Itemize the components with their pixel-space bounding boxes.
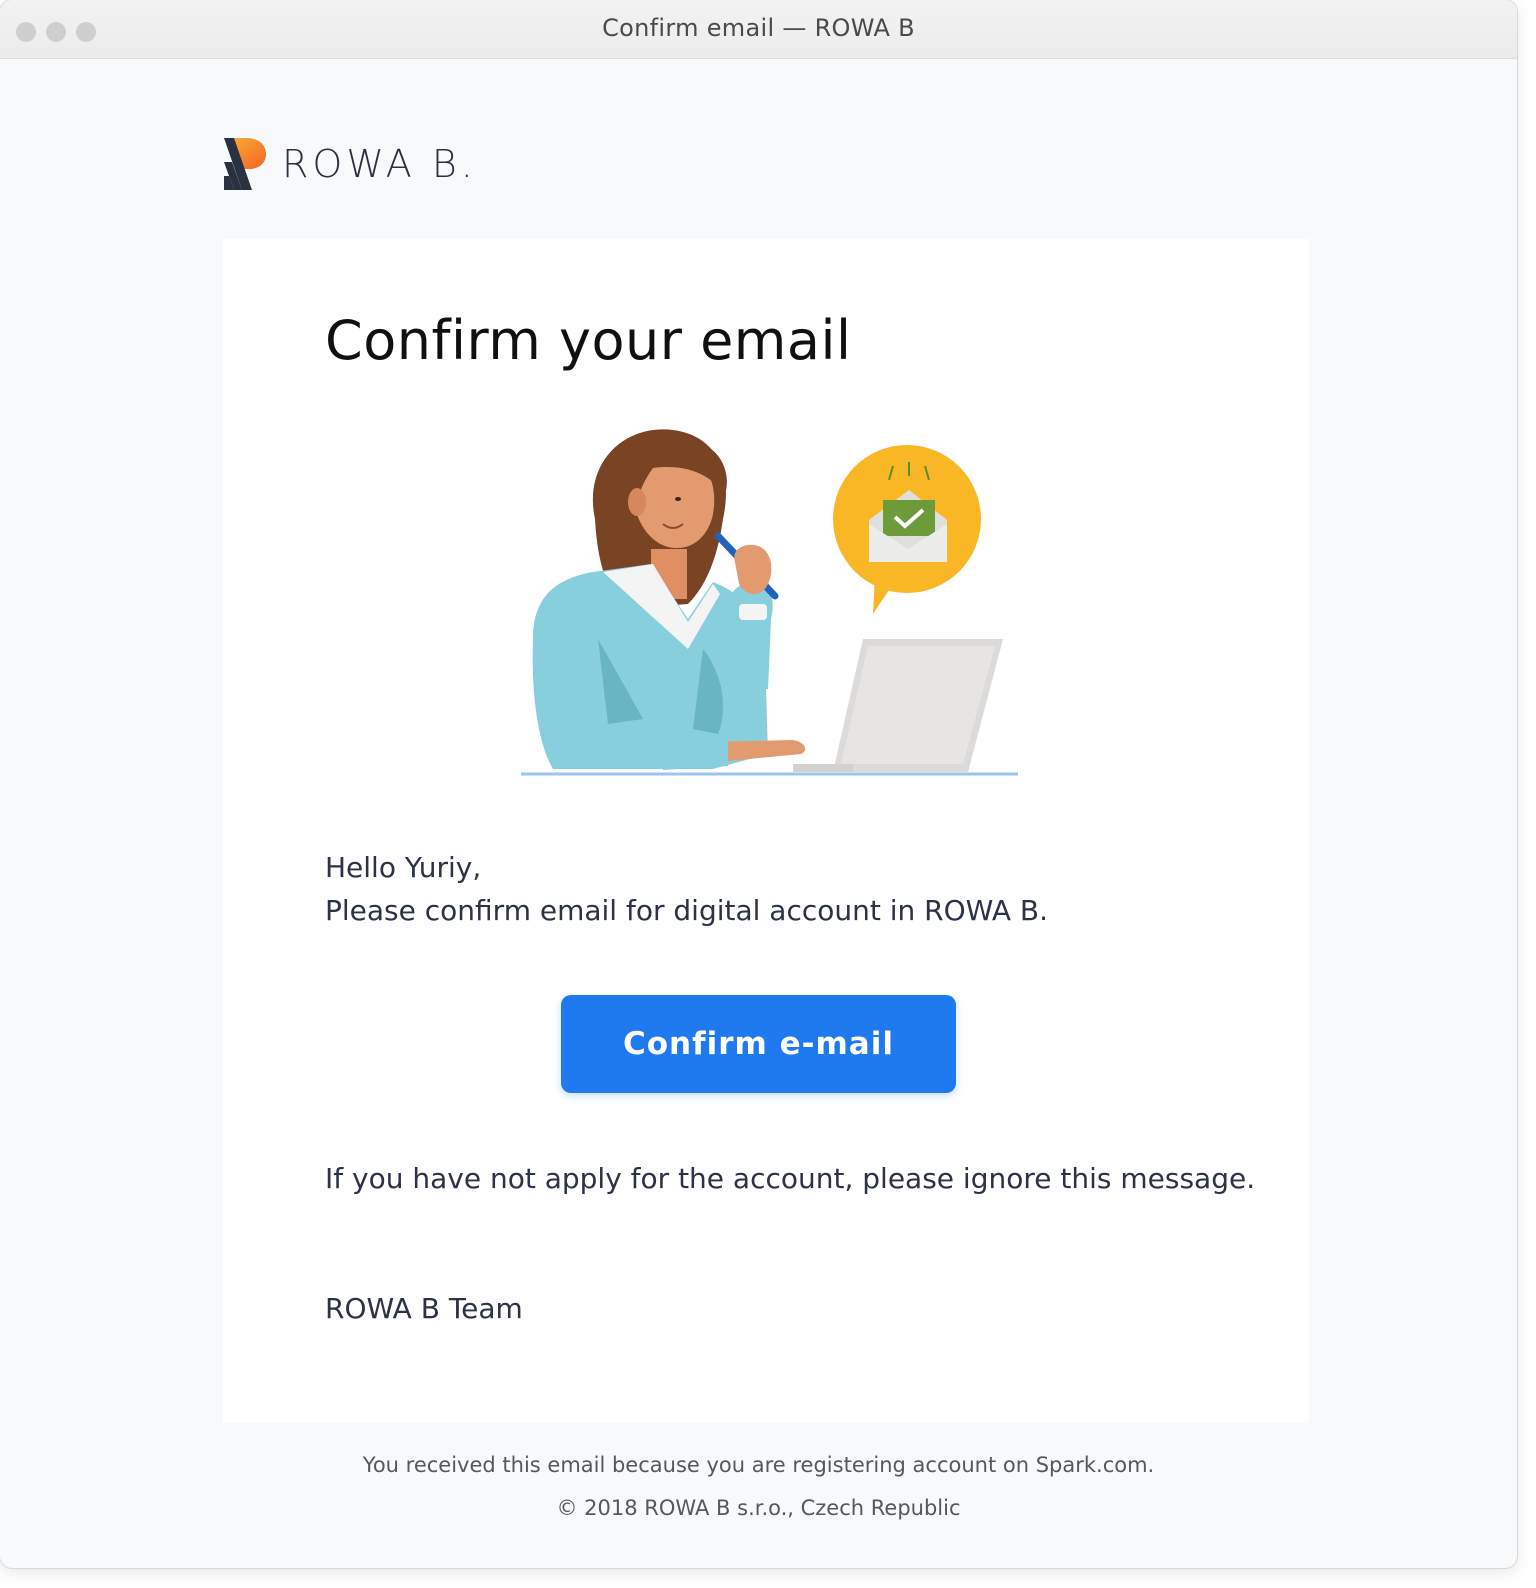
footer-copyright: © 2018 ROWA B s.r.o., Czech Republic [556, 1496, 961, 1520]
footer-reason: You received this email because you are … [362, 1453, 1155, 1477]
woman-laptop-illustration [521, 429, 1018, 776]
rowa-logo: ROWA B. [222, 136, 477, 192]
email-heading: Confirm your email [325, 309, 852, 372]
footer-copyright-text: © 2018 ROWA B s.r.o., Czech Republic [0, 1496, 1517, 1520]
greeting-text: Hello Yuriy, [325, 851, 482, 884]
confirm-email-button[interactable]: Confirm e-mail [561, 995, 956, 1093]
rowa-logo-icon [224, 138, 266, 190]
ignore-note-text: If you have not apply for the account, p… [325, 1162, 1256, 1195]
email-card: Confirm your email Hello Yuriy, Please c… [223, 239, 1309, 1423]
confirm-message-text: Please confirm email for digital account… [325, 894, 1048, 927]
window-titlebar: Confirm email — ROWA B [0, 0, 1517, 59]
logo-wordmark: ROWA B. [282, 142, 477, 186]
signature-text: ROWA B Team [325, 1292, 523, 1325]
window-title: Confirm email — ROWA B [602, 14, 915, 42]
mail-window: Confirm email — ROWA B ROWA B. Confirm y… [0, 0, 1517, 1568]
footer-reason-text: You received this email because you are … [0, 1453, 1517, 1477]
